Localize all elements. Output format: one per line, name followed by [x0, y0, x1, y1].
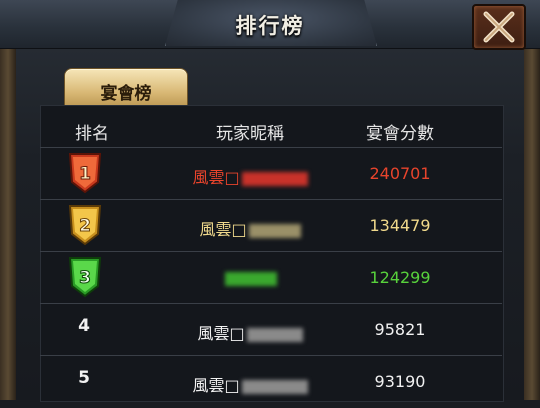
- table-row[interactable]: 4 風雲□ 95821: [40, 303, 502, 356]
- table-row[interactable]: 3 124299: [40, 251, 502, 304]
- header-rank: 排名: [75, 124, 109, 144]
- player-score: 124299: [369, 268, 431, 287]
- rank-number: 4: [78, 316, 90, 336]
- table-row[interactable]: 5 風雲□ 93190: [40, 355, 502, 408]
- player-name: [170, 268, 330, 287]
- player-score: 93190: [374, 372, 426, 391]
- redacted-name: [241, 171, 308, 186]
- redacted-name: [225, 271, 277, 286]
- rank-number: 1: [79, 164, 91, 184]
- player-name: 風雲□: [170, 216, 330, 240]
- player-score: 95821: [374, 320, 426, 339]
- player-score: 240701: [369, 164, 431, 183]
- table-row[interactable]: 2 風雲□ 134479: [40, 199, 502, 252]
- player-name-prefix: 風雲□: [192, 168, 240, 187]
- redacted-name: [246, 327, 303, 342]
- rank-number: 3: [79, 268, 91, 288]
- table-row[interactable]: 1 風雲□ 240701: [40, 147, 502, 200]
- player-name: 風雲□: [170, 164, 330, 188]
- rank-3-banner-icon: 3: [68, 257, 102, 298]
- rank-number: 5: [78, 368, 90, 388]
- player-name-prefix: 風雲□: [192, 376, 240, 395]
- header-score: 宴會分數: [366, 124, 434, 144]
- frame-left-border: [0, 40, 16, 400]
- redacted-name: [248, 223, 301, 238]
- close-x-icon: [483, 11, 515, 43]
- tab-banquet-ranking[interactable]: 宴會榜: [64, 68, 188, 110]
- player-name-prefix: 風雲□: [197, 324, 245, 343]
- player-name: 風雲□: [170, 320, 330, 344]
- rank-number: 2: [79, 216, 91, 236]
- window-title: 排行榜: [235, 13, 305, 38]
- rank-1-banner-icon: 1: [68, 153, 102, 194]
- header-player-name: 玩家昵稱: [216, 124, 284, 144]
- player-name-prefix: 風雲□: [199, 220, 247, 239]
- table-header: 排名 玩家昵稱 宴會分數: [40, 113, 502, 147]
- rank-2-banner-icon: 2: [68, 205, 102, 246]
- close-button[interactable]: [472, 4, 526, 50]
- frame-right-border: [524, 40, 540, 400]
- player-name: 風雲□: [170, 372, 330, 396]
- tab-label: 宴會榜: [100, 84, 152, 104]
- redacted-name: [241, 379, 308, 394]
- player-score: 134479: [369, 216, 431, 235]
